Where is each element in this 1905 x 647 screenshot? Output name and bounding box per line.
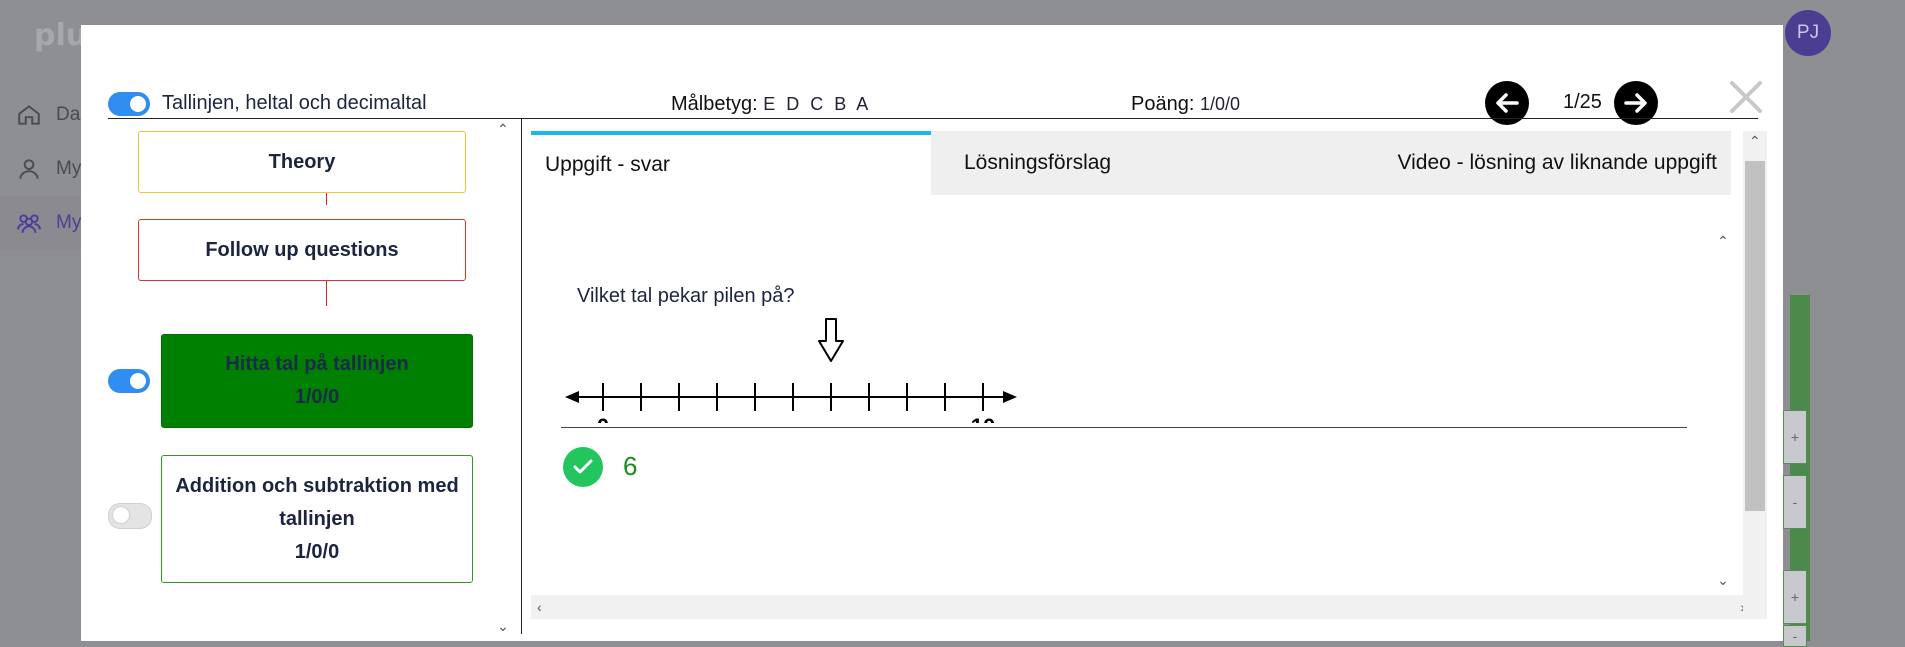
toggle-knob	[130, 373, 146, 389]
chevron-up-icon[interactable]: ⌃	[497, 121, 509, 138]
chevron-up-icon[interactable]: ⌃	[1749, 133, 1761, 150]
chevron-down-icon[interactable]: ⌄	[1717, 572, 1729, 589]
follow-up-label: Follow up questions	[205, 238, 399, 261]
background-tile: +	[1783, 410, 1807, 464]
sidebar-nav: Da My My	[0, 88, 82, 250]
correct-check-icon	[563, 447, 603, 487]
question-text: Vilket tal pekar pilen på?	[577, 285, 795, 307]
score-label: Poäng:	[1131, 93, 1195, 115]
sidebar-item-my-groups[interactable]: My	[0, 196, 82, 250]
avatar[interactable]: PJ	[1785, 10, 1831, 56]
modal-header: Tallinjen, heltal och decimaltal Målbety…	[108, 55, 1762, 125]
sidebar-item-label: My	[56, 212, 82, 233]
outer-scrollbar[interactable]: ⌃	[1743, 131, 1767, 619]
pointer-arrow	[818, 318, 844, 362]
number-line-max-label: 10	[971, 414, 995, 423]
theory-button[interactable]: Theory	[138, 131, 466, 193]
theory-label: Theory	[268, 150, 336, 173]
exercise-node[interactable]: Addition och subtraktion med tallinjen 1…	[161, 455, 473, 583]
exercise-toggle[interactable]	[108, 369, 150, 393]
exercise-title: Addition och subtraktion med tallinjen	[175, 474, 459, 530]
scrollbar-thumb[interactable]	[1745, 161, 1765, 511]
number-line-figure: 0 10	[565, 318, 1017, 423]
app-logo: plu	[34, 18, 88, 53]
arrow-left-icon	[1496, 93, 1519, 113]
exercise-modal: Tallinjen, heltal och decimaltal Målbety…	[81, 25, 1783, 641]
tab-uppgift-svar[interactable]: Uppgift - svar	[531, 131, 931, 195]
number-line-min-label: 0	[597, 414, 609, 423]
question-content: Vilket tal pekar pilen på? 0 10 6 ⌃ ⌄	[531, 203, 1781, 595]
background-tile: -	[1783, 625, 1807, 647]
toggle-knob	[130, 96, 146, 112]
group-icon	[17, 214, 41, 233]
score-value: 1/0/0	[1199, 94, 1240, 114]
exercise-toggle[interactable]	[108, 503, 152, 529]
target-grade-label: Målbetyg:	[671, 93, 758, 115]
arrow-right-icon	[1624, 93, 1647, 113]
content-scrollbar[interactable]: ⌃ ⌄	[1711, 233, 1735, 589]
follow-up-questions-button[interactable]: Follow up questions	[138, 219, 466, 281]
close-icon[interactable]	[1728, 79, 1764, 115]
target-grade: Målbetyg: E D C B A	[671, 93, 871, 116]
background-tile: -	[1783, 475, 1807, 529]
chapter-title: Tallinjen, heltal och decimaltal	[162, 92, 427, 114]
topic-tree: Theory Follow up questions Hitta tal på …	[108, 119, 528, 619]
exercise-title: Hitta tal på tallinjen	[225, 353, 409, 375]
sidebar-item-label: Da	[56, 104, 81, 125]
horizontal-scrollbar[interactable]: ‹ ›	[531, 595, 1751, 619]
answer-divider	[561, 427, 1687, 428]
panel-divider	[521, 119, 522, 634]
exercise-node-active[interactable]: Hitta tal på tallinjen 1/0/0	[161, 334, 473, 428]
sidebar-item-dashboard[interactable]: Da	[0, 88, 82, 142]
tab-video-losning[interactable]: Video - lösning av liknande uppgift	[1261, 131, 1731, 195]
chevron-up-icon[interactable]: ⌃	[1717, 233, 1729, 250]
exercise-score: 1/0/0	[294, 540, 340, 563]
chevron-left-icon[interactable]: ‹	[537, 599, 542, 615]
sidebar-item-my-profile[interactable]: My	[0, 142, 82, 196]
chapter-toggle[interactable]	[108, 92, 150, 116]
background-tile: +	[1783, 570, 1807, 624]
chevron-down-icon[interactable]: ⌄	[497, 618, 509, 635]
exercise-score: 1/0/0	[294, 386, 340, 408]
score: Poäng: 1/0/0	[1131, 93, 1240, 116]
toggle-knob	[113, 507, 129, 523]
answer-tabs: Uppgift - svar Lösningsförslag Video - l…	[531, 131, 1731, 197]
user-icon	[19, 159, 39, 179]
question-counter: 1/25	[1563, 91, 1602, 113]
submitted-answer: 6	[623, 451, 638, 481]
tab-losningsforslag[interactable]: Lösningsförslag	[931, 131, 1261, 195]
home-icon	[18, 105, 40, 125]
sidebar-item-label: My	[56, 158, 82, 179]
target-grade-values: E D C B A	[763, 94, 872, 114]
tree-scrollbar[interactable]: ⌃ ⌄	[493, 121, 513, 635]
